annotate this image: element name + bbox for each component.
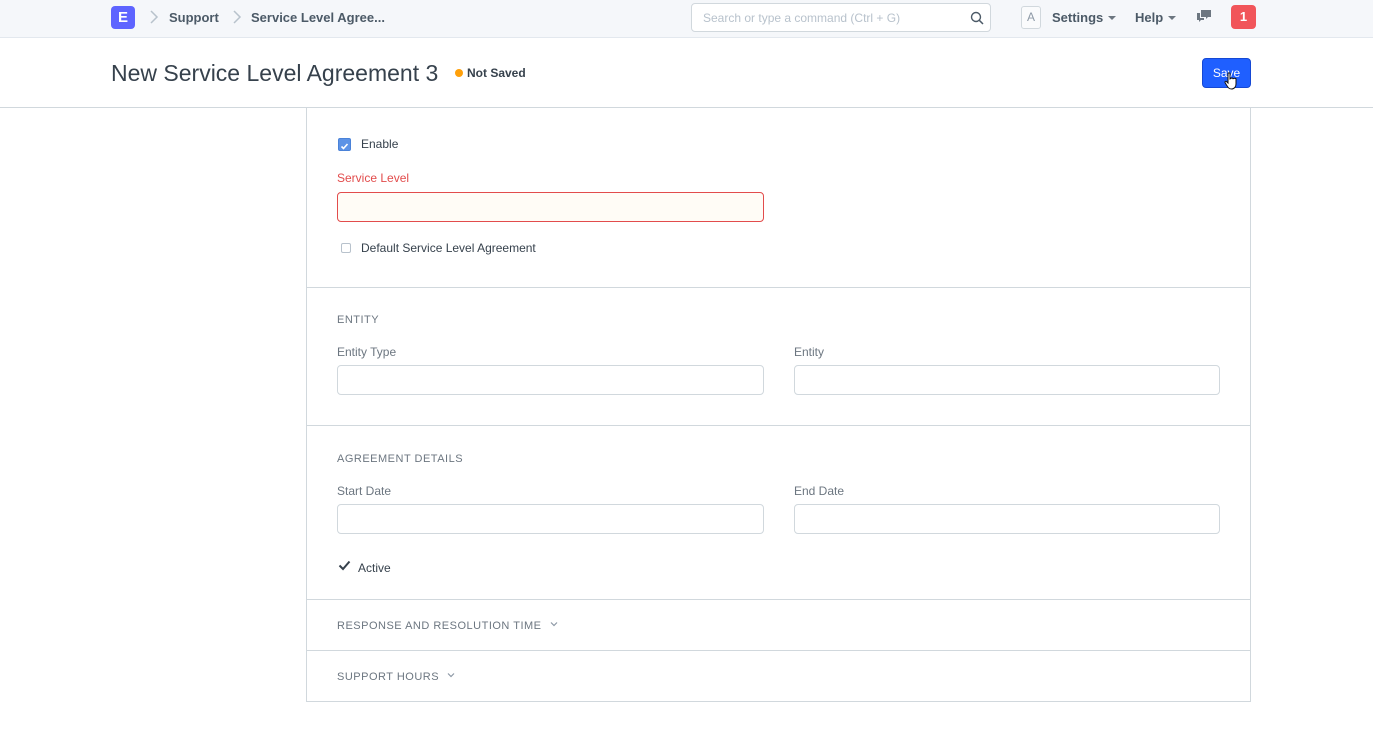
end-date-input[interactable] (794, 504, 1220, 534)
end-date-label: End Date (794, 484, 845, 498)
check-icon (340, 143, 349, 150)
entity-type-label: Entity Type (337, 345, 397, 359)
caret-down-icon (1108, 16, 1117, 20)
active-label: Active (358, 561, 391, 575)
chevron-right-icon (150, 10, 159, 24)
section-general: Enable Service Level Default Service Lev… (307, 108, 1250, 288)
section-agreement-details: AGREEMENT DETAILS Start Date End Date Ac… (307, 426, 1250, 600)
search-input[interactable]: Search or type a command (Ctrl + G) (691, 3, 991, 32)
status-dot-icon (455, 69, 463, 77)
section-entity: ENTITY Entity Type Entity (307, 288, 1250, 426)
comments-icon[interactable] (1196, 9, 1212, 23)
section-support-hours[interactable]: SUPPORT HOURS (307, 651, 1250, 702)
app-logo[interactable]: E (111, 6, 135, 29)
caret-down-icon (1168, 16, 1177, 20)
settings-dropdown[interactable]: Settings (1052, 10, 1117, 25)
chevron-right-icon (233, 10, 242, 24)
default-sla-checkbox[interactable] (341, 243, 351, 253)
help-dropdown[interactable]: Help (1135, 10, 1177, 25)
breadcrumb-support[interactable]: Support (169, 10, 219, 25)
enable-checkbox[interactable] (338, 138, 351, 151)
enable-label: Enable (361, 137, 399, 151)
entity-type-input[interactable] (337, 365, 764, 395)
entity-label: Entity (794, 345, 825, 359)
search-icon[interactable] (970, 11, 984, 25)
section-response-resolution[interactable]: RESPONSE AND RESOLUTION TIME (307, 600, 1250, 651)
section-title-agreement-details: AGREEMENT DETAILS (337, 453, 464, 465)
breadcrumb-service-level-agreement[interactable]: Service Level Agree... (251, 10, 385, 25)
page-title: New Service Level Agreement 3 (111, 60, 439, 86)
chevron-down-icon (447, 673, 455, 678)
service-level-label: Service Level (337, 171, 410, 185)
navbar: E Support Service Level Agree... Search … (0, 0, 1373, 38)
section-title-support-hours[interactable]: SUPPORT HOURS (337, 671, 455, 683)
status-label: Not Saved (467, 66, 526, 80)
search-placeholder: Search or type a command (Ctrl + G) (703, 11, 901, 25)
entity-input[interactable] (794, 365, 1220, 395)
start-date-label: Start Date (337, 484, 392, 498)
notification-badge[interactable]: 1 (1231, 5, 1256, 29)
start-date-input[interactable] (337, 504, 764, 534)
service-level-input[interactable] (337, 192, 764, 222)
section-title-response-resolution[interactable]: RESPONSE AND RESOLUTION TIME (337, 620, 558, 632)
section-title-entity: ENTITY (337, 314, 380, 326)
help-label: Help (1135, 10, 1164, 25)
status-indicator: Not Saved (455, 66, 526, 80)
hand-cursor-icon (1224, 72, 1237, 90)
active-check-icon (338, 560, 351, 571)
page-head: New Service Level Agreement 3 Not Saved … (0, 38, 1373, 108)
chevron-down-icon (550, 622, 557, 627)
sla-form: Enable Service Level Default Service Lev… (306, 108, 1251, 702)
settings-label: Settings (1052, 10, 1104, 25)
avatar[interactable]: A (1021, 6, 1041, 29)
default-sla-label: Default Service Level Agreement (361, 241, 536, 255)
